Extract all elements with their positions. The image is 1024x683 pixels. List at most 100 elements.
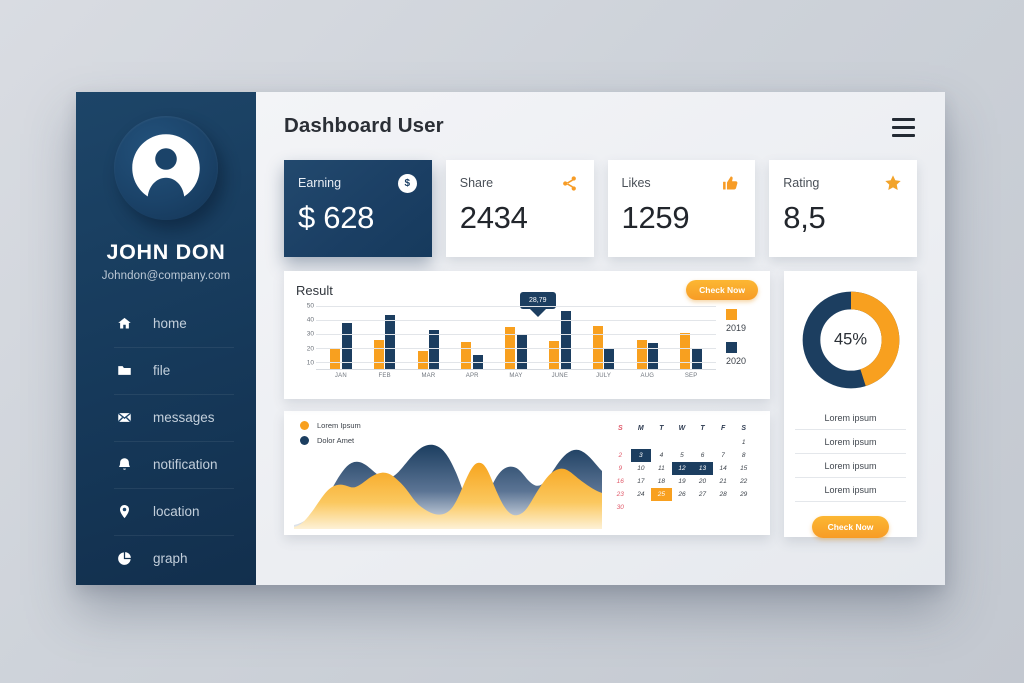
bar-2019[interactable] (417, 350, 428, 369)
bar-2019[interactable] (680, 332, 691, 369)
calendar-cell[interactable]: 20 (692, 475, 713, 488)
sidebar-item-file[interactable]: file (76, 347, 256, 394)
bar-2019[interactable] (461, 341, 472, 369)
sidebar-item-messages[interactable]: messages (76, 394, 256, 441)
bar-group[interactable] (538, 303, 582, 369)
donut-list-item[interactable]: Lorem ipsum (795, 406, 906, 430)
calendar-day[interactable]: 21 (713, 475, 734, 488)
stat-card-earning[interactable]: Earning $ $ 628 (284, 160, 432, 257)
calendar-cell[interactable]: 22 (733, 475, 754, 488)
calendar-day[interactable]: 8 (733, 449, 754, 462)
calendar-cell[interactable]: 23 (610, 488, 631, 501)
calendar-day[interactable]: 5 (672, 449, 693, 462)
calendar-cell[interactable]: 14 (713, 462, 734, 475)
bar-group[interactable] (669, 303, 713, 369)
calendar-day[interactable]: 25 (651, 488, 672, 501)
bar-2019[interactable] (636, 339, 647, 369)
sidebar-item-notification[interactable]: notification (76, 441, 256, 488)
bar-2020[interactable] (648, 343, 659, 369)
calendar-cell[interactable]: 19 (672, 475, 693, 488)
calendar-day[interactable]: 13 (692, 462, 713, 475)
calendar-day[interactable]: 24 (631, 488, 652, 501)
calendar-day[interactable]: 23 (610, 488, 631, 501)
bar-2019[interactable] (549, 340, 560, 369)
calendar-cell[interactable]: 3 (630, 449, 652, 462)
bar-2019[interactable] (373, 339, 384, 369)
donut-list-item[interactable]: Lorem ipsum (795, 430, 906, 454)
calendar-day[interactable]: 19 (672, 475, 693, 488)
sidebar-item-home[interactable]: home (76, 300, 256, 347)
check-now-button-donut[interactable]: Check Now (811, 516, 890, 538)
calendar-cell[interactable]: 12 (671, 462, 693, 475)
calendar-day[interactable]: 6 (692, 449, 713, 462)
calendar-day[interactable]: 16 (610, 475, 631, 488)
calendar-cell[interactable]: 21 (713, 475, 734, 488)
calendar-cell[interactable]: 26 (672, 488, 693, 501)
calendar-cell[interactable]: 13 (692, 462, 713, 475)
bar-group[interactable] (363, 303, 407, 369)
calendar-day[interactable]: 7 (713, 449, 734, 462)
calendar-cell[interactable]: 1 (733, 436, 754, 449)
sidebar-item-graph[interactable]: graph (76, 535, 256, 582)
calendar-cell[interactable]: 6 (692, 449, 713, 462)
calendar-cell[interactable]: 18 (651, 475, 672, 488)
calendar-day[interactable]: 2 (610, 449, 631, 462)
calendar-cell[interactable]: 11 (651, 462, 672, 475)
stat-card-likes[interactable]: Likes 1259 (607, 160, 756, 257)
sidebar-item-location[interactable]: location (76, 488, 256, 535)
calendar-cell[interactable]: 17 (631, 475, 652, 488)
bar-group[interactable] (625, 303, 669, 369)
stat-card-share[interactable]: Share 2434 (445, 160, 594, 257)
calendar-day[interactable]: 12 (671, 462, 693, 475)
bar-group[interactable] (450, 303, 494, 369)
calendar-cell[interactable]: 27 (692, 488, 713, 501)
bar-2019[interactable] (330, 349, 341, 369)
calendar-day[interactable]: 29 (733, 488, 754, 501)
donut-list-item[interactable]: Lorem ipsum (795, 454, 906, 478)
calendar-day[interactable]: 9 (610, 462, 631, 475)
calendar-cell[interactable]: 2 (610, 449, 631, 462)
calendar-cell[interactable]: 10 (631, 462, 652, 475)
calendar-cell[interactable]: 25 (651, 488, 672, 501)
bar-2020[interactable] (516, 333, 527, 369)
calendar-cell[interactable]: 4 (651, 449, 672, 462)
calendar-day[interactable]: 3 (630, 449, 652, 462)
calendar-cell[interactable]: 15 (733, 462, 754, 475)
stat-card-header: Likes (622, 172, 742, 194)
calendar-day[interactable]: 30 (610, 501, 631, 514)
calendar-cell[interactable]: 29 (733, 488, 754, 501)
check-now-button-result[interactable]: Check Now (686, 280, 758, 300)
bar-2020[interactable] (604, 349, 615, 369)
calendar-cell[interactable]: 16 (610, 475, 631, 488)
calendar-day[interactable]: 11 (651, 462, 672, 475)
bar-group[interactable] (494, 303, 538, 369)
donut-list-item[interactable]: Lorem ipsum (795, 478, 906, 502)
hamburger-menu-icon[interactable] (890, 114, 917, 141)
bar-2020[interactable] (691, 347, 702, 369)
bar-group[interactable] (319, 303, 363, 369)
calendar-cell[interactable]: 30 (610, 501, 631, 514)
calendar-cell[interactable]: 28 (713, 488, 734, 501)
calendar-day[interactable]: 14 (713, 462, 734, 475)
calendar-day[interactable]: 4 (651, 449, 672, 462)
bar-group[interactable] (582, 303, 626, 369)
calendar-day[interactable]: 15 (733, 462, 754, 475)
calendar-day[interactable]: 10 (631, 462, 652, 475)
calendar-cell[interactable]: 24 (631, 488, 652, 501)
calendar-day[interactable]: 27 (692, 488, 713, 501)
bar-group[interactable] (407, 303, 451, 369)
calendar-day[interactable]: 1 (733, 436, 754, 449)
calendar-cell[interactable]: 8 (733, 449, 754, 462)
calendar-cell[interactable]: 9 (610, 462, 631, 475)
bar-2020[interactable] (429, 330, 440, 369)
calendar-day[interactable]: 20 (692, 475, 713, 488)
calendar-cell[interactable]: 5 (672, 449, 693, 462)
calendar-day[interactable]: 28 (713, 488, 734, 501)
calendar-day[interactable]: 18 (651, 475, 672, 488)
calendar-day[interactable]: 17 (631, 475, 652, 488)
bar-2020[interactable] (385, 314, 396, 369)
calendar-day[interactable]: 22 (733, 475, 754, 488)
calendar-cell[interactable]: 7 (713, 449, 734, 462)
stat-card-rating[interactable]: Rating 8,5 (769, 160, 917, 257)
calendar-day[interactable]: 26 (672, 488, 693, 501)
